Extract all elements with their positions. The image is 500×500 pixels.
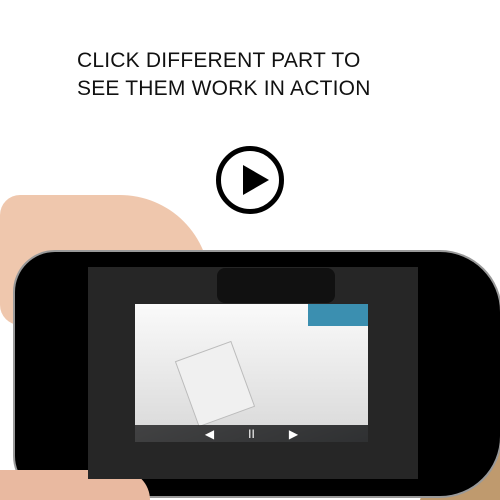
headline: CLICK DIFFERENT PART TO SEE THEM WORK IN… <box>77 47 371 103</box>
headline-line-2: SEE THEM WORK IN ACTION <box>77 77 371 100</box>
previous-button[interactable]: ◀ <box>205 427 214 441</box>
background-device <box>217 268 335 303</box>
printer-display <box>308 304 368 326</box>
video-controls: ◀ II ▶ <box>135 425 368 442</box>
pause-button[interactable]: II <box>248 427 255 441</box>
play-circle-icon[interactable] <box>216 146 284 214</box>
shipping-label <box>174 340 256 428</box>
headline-line-1: CLICK DIFFERENT PART TO <box>77 49 361 72</box>
printer-image <box>135 304 368 428</box>
video-player[interactable]: ◀ II ▶ <box>135 304 368 442</box>
next-button[interactable]: ▶ <box>289 427 298 441</box>
